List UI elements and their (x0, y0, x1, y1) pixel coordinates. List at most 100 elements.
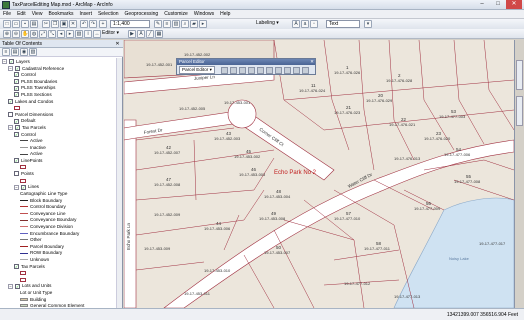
lock-labels-icon[interactable]: ▫ (310, 20, 318, 28)
list-by-visibility-icon[interactable]: ◉ (20, 48, 28, 56)
print-icon[interactable]: ▤ (30, 20, 38, 28)
collapse-toggle-icon[interactable]: − (8, 125, 13, 131)
list-by-source-icon[interactable]: ▤ (11, 48, 19, 56)
edit-annotation-icon[interactable]: A (137, 30, 145, 38)
go-forward-icon[interactable]: ▸ (66, 30, 74, 38)
undo-icon[interactable]: ↶ (80, 20, 88, 28)
cut-icon[interactable]: ✂ (42, 20, 50, 28)
menu-windows[interactable]: Windows (194, 11, 214, 18)
layer-visibility-checkbox[interactable]: ✓ (14, 92, 19, 98)
list-by-selection-icon[interactable]: ▧ (29, 48, 37, 56)
map-scale-combo[interactable]: 1:1,400 (110, 20, 150, 28)
python-icon[interactable]: ▸ (199, 20, 207, 28)
search-tab[interactable] (516, 96, 523, 126)
editor-menu[interactable]: Editor ▾ (100, 30, 126, 38)
delete-icon[interactable]: ✕ (69, 20, 77, 28)
edit-tool-icon[interactable]: ▶ (128, 30, 136, 38)
redo-icon[interactable]: ↷ (89, 20, 97, 28)
divide-icon[interactable] (275, 67, 282, 74)
layer-visibility-checkbox[interactable]: ✓ (14, 118, 19, 124)
layer-visibility-checkbox[interactable]: ✓ (8, 98, 13, 104)
arctoolbox-icon[interactable]: ▰ (190, 20, 198, 28)
parcel-lineage-icon[interactable] (257, 67, 264, 74)
layer-visibility-checkbox[interactable] (14, 171, 19, 177)
toc-layer-row[interactable]: ✓ LinePoints (14, 157, 42, 164)
add-data-icon[interactable]: + (99, 20, 107, 28)
identify-icon[interactable]: i (84, 30, 92, 38)
font-size-icon[interactable]: ▾ (364, 20, 372, 28)
toc-row-label: Block Boundary (30, 197, 63, 203)
menu-selection[interactable]: Selection (98, 11, 119, 18)
construct-icon[interactable] (266, 67, 273, 74)
layer-visibility-checkbox[interactable]: ✓ (15, 65, 20, 71)
copy-icon[interactable]: ❐ (51, 20, 59, 28)
layer-visibility-checkbox[interactable]: ✓ (14, 158, 19, 164)
select-features-icon[interactable]: ▧ (75, 30, 83, 38)
go-back-icon[interactable]: ◂ (57, 30, 65, 38)
minimize-button[interactable]: – (474, 0, 490, 9)
catalog-icon[interactable]: ▥ (172, 20, 180, 28)
menu-edit[interactable]: Edit (17, 11, 26, 18)
layer-visibility-checkbox[interactable]: ✓ (14, 263, 19, 269)
fixed-zoom-out-icon[interactable]: ⤡ (48, 30, 56, 38)
save-icon[interactable]: ▪ (21, 20, 29, 28)
parcel-editor-menu[interactable]: Parcel Editor ▾ (179, 66, 215, 74)
new-document-icon[interactable]: □ (3, 20, 11, 28)
menu-view[interactable]: View (32, 11, 43, 18)
straight-segment-icon[interactable]: ╱ (146, 30, 154, 38)
paste-icon[interactable]: ▣ (60, 20, 68, 28)
fixed-zoom-in-icon[interactable]: ⤢ (39, 30, 47, 38)
text-font-combo[interactable]: Text (326, 20, 360, 28)
toc-close-icon[interactable]: ✕ (114, 41, 121, 47)
toc-layer-row[interactable]: ✓ Tax Parcels (14, 263, 45, 270)
layer-visibility-checkbox[interactable]: ✓ (15, 283, 20, 289)
menu-file[interactable]: File (3, 11, 11, 18)
label-manager-icon[interactable]: A (292, 20, 300, 28)
layer-visibility-checkbox[interactable] (8, 112, 13, 118)
layer-visibility-checkbox[interactable]: ✓ (15, 125, 20, 131)
list-by-drawing-order-icon[interactable]: ≡ (2, 48, 10, 56)
menu-help[interactable]: Help (220, 11, 230, 18)
layer-visibility-checkbox[interactable]: ✓ (14, 131, 19, 137)
options-icon[interactable] (302, 67, 309, 74)
close-button[interactable]: ✕ (506, 0, 522, 9)
collapse-toggle-icon[interactable]: − (8, 283, 13, 289)
menu-customize[interactable]: Customize (164, 11, 188, 18)
merge-icon[interactable] (284, 67, 291, 74)
collapse-toggle-icon[interactable]: − (8, 65, 13, 71)
zoom-out-icon[interactable]: ⊖ (12, 30, 20, 38)
collapse-toggle-icon[interactable]: − (2, 59, 7, 65)
layer-visibility-checkbox[interactable]: ✓ (14, 72, 19, 78)
labeling-menu[interactable]: Labeling ▾ (254, 20, 290, 28)
layer-visibility-checkbox[interactable]: ✓ (14, 79, 19, 85)
toc-scrollbar[interactable] (116, 58, 122, 308)
open-icon[interactable]: ▭ (12, 20, 20, 28)
parcel-editor-close-icon[interactable]: ✕ (309, 59, 315, 65)
layer-visibility-checkbox[interactable]: ✓ (9, 59, 14, 65)
join-icon[interactable] (239, 67, 246, 74)
editor-toolbar-icon[interactable]: ✎ (154, 20, 162, 28)
pan-icon[interactable]: ✋ (21, 30, 29, 38)
adjust-icon[interactable] (293, 67, 300, 74)
menu-geoprocessing[interactable]: Geoprocessing (125, 11, 159, 18)
parcel-pin-label: 19-17-453-004 (264, 194, 291, 199)
sketch-properties-icon[interactable]: ▦ (155, 30, 163, 38)
label-priority-icon[interactable]: a (301, 20, 309, 28)
parcel-map[interactable]: 19-17-452-00119-17-452-00219-17-452-0054… (124, 40, 514, 308)
layer-visibility-checkbox[interactable]: ✓ (14, 85, 19, 91)
catalog-tab[interactable] (516, 60, 523, 90)
parcel-details-icon[interactable] (230, 67, 237, 74)
menu-bookmarks[interactable]: Bookmarks (48, 11, 73, 18)
maximize-button[interactable]: □ (490, 0, 506, 9)
select-parcel-icon[interactable] (248, 67, 255, 74)
collapse-toggle-icon[interactable]: − (14, 184, 19, 190)
zoom-in-icon[interactable]: ⊕ (3, 30, 11, 38)
full-extent-icon[interactable]: ◍ (30, 30, 38, 38)
new-parcel-icon[interactable] (221, 67, 228, 74)
table-of-contents-icon[interactable]: ≡ (163, 20, 171, 28)
layer-visibility-checkbox[interactable]: ✓ (21, 184, 26, 190)
line-symbol-icon (20, 213, 28, 215)
menu-insert[interactable]: Insert (79, 11, 92, 18)
map-display[interactable]: 19-17-452-001 19-17-452-002 19-17-452-005 4… (124, 40, 514, 308)
search-icon[interactable]: ⌕ (181, 20, 189, 28)
